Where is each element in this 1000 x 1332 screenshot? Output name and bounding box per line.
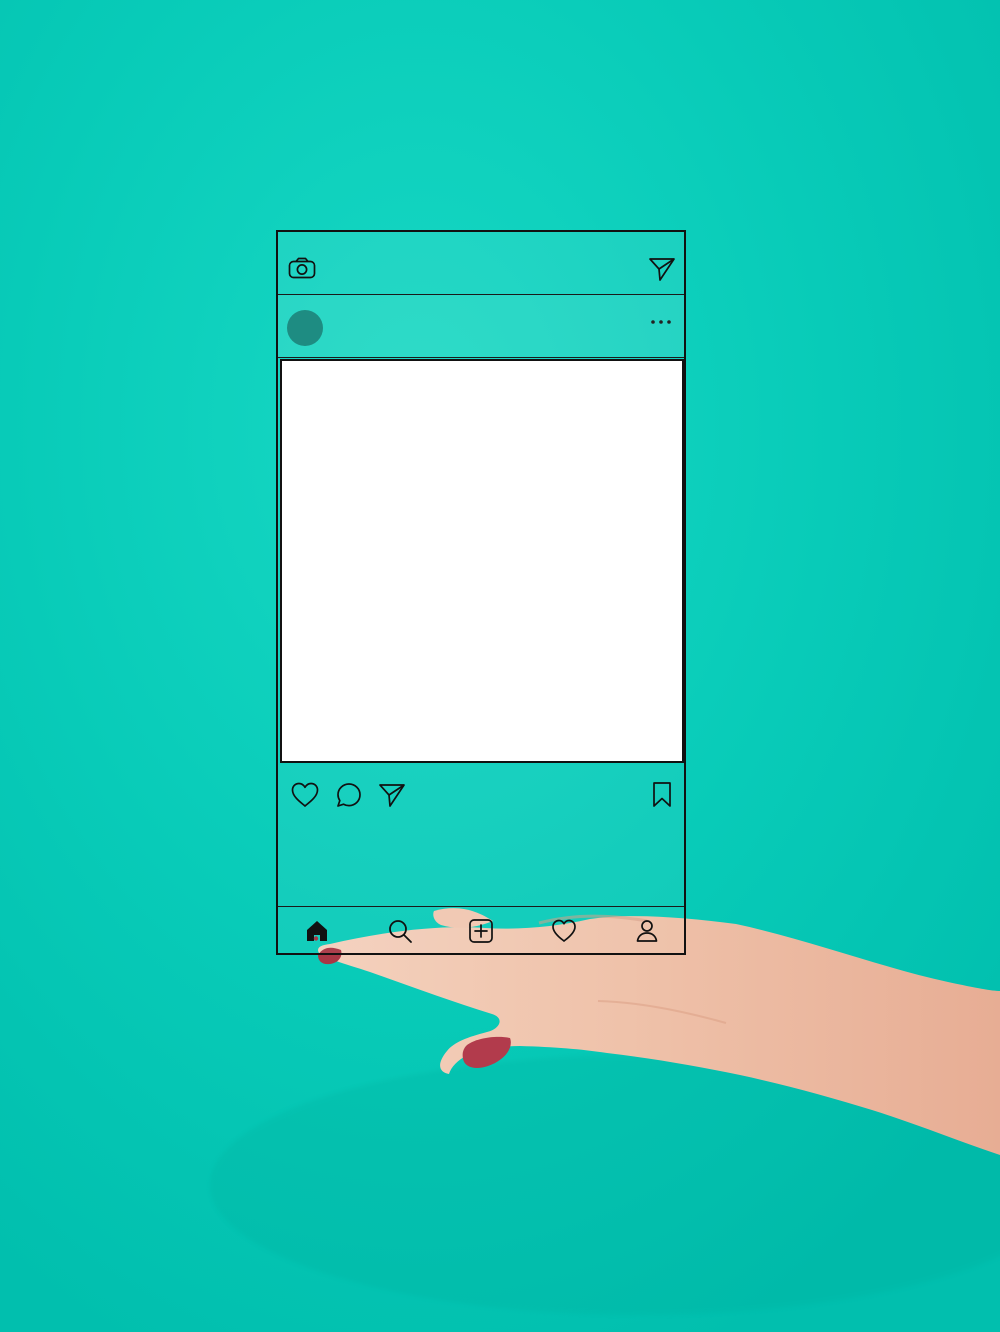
post-image-placeholder bbox=[280, 359, 684, 763]
top-bar bbox=[278, 232, 684, 295]
camera-icon[interactable] bbox=[288, 257, 316, 279]
more-icon[interactable] bbox=[648, 317, 674, 327]
bottom-navigation bbox=[278, 906, 684, 953]
home-icon[interactable] bbox=[303, 917, 331, 945]
heart-icon[interactable] bbox=[290, 781, 320, 809]
profile-icon[interactable] bbox=[633, 917, 661, 945]
send-icon[interactable] bbox=[648, 255, 676, 283]
comment-icon[interactable] bbox=[335, 781, 363, 809]
bookmark-icon[interactable] bbox=[650, 781, 674, 809]
avatar[interactable] bbox=[287, 310, 323, 346]
instagram-post-frame bbox=[276, 230, 686, 955]
add-post-icon[interactable] bbox=[467, 917, 495, 945]
search-icon[interactable] bbox=[386, 917, 414, 945]
post-header bbox=[278, 295, 684, 358]
send-icon[interactable] bbox=[378, 781, 406, 809]
heart-icon[interactable] bbox=[550, 917, 578, 945]
post-actions bbox=[278, 765, 684, 907]
